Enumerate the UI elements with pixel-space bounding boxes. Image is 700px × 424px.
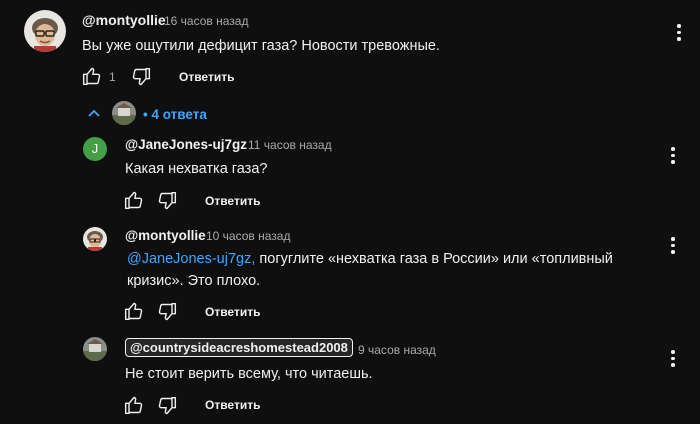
kebab-dot (671, 356, 675, 360)
kebab-dot (677, 30, 681, 34)
replies-count: 4 ответа (151, 107, 207, 122)
kebab-dot (671, 153, 675, 157)
kebab-dot (671, 243, 675, 247)
mention-link[interactable]: @JaneJones-uj7gz, (127, 251, 255, 267)
kebab-dot (671, 147, 675, 151)
avatar-letter: J (91, 141, 99, 156)
reply-text: Какая нехватка газа? (125, 161, 268, 177)
kebab-dot (671, 350, 675, 354)
thumbs-up-icon[interactable] (124, 190, 144, 210)
thumbs-down-icon[interactable] (157, 191, 177, 211)
avatar[interactable] (83, 227, 107, 251)
reply-author[interactable]: @JaneJones-uj7gz (125, 137, 247, 152)
comment-time[interactable]: 16 часов назад (164, 14, 248, 28)
reply-button[interactable]: Ответить (205, 305, 260, 319)
kebab-dot (677, 37, 681, 41)
kebab-dot (671, 250, 675, 254)
thumbs-down-icon[interactable] (131, 67, 151, 87)
thumbs-up-icon[interactable] (124, 395, 144, 415)
avatar[interactable] (24, 10, 66, 52)
thumbs-up-icon[interactable] (124, 301, 144, 321)
chevron-up-icon[interactable] (87, 107, 101, 119)
kebab-dot (671, 160, 675, 164)
kebab-dot (677, 24, 681, 28)
reply-time[interactable]: 10 часов назад (206, 229, 290, 243)
avatar[interactable] (83, 337, 107, 361)
reply-button[interactable]: Ответить (179, 70, 234, 84)
reply-text: @JaneJones-uj7gz, погуглите «нехватка га… (127, 248, 647, 292)
replies-toggle[interactable]: • 4 ответа (143, 107, 207, 122)
reply-author[interactable]: @montyollie (125, 228, 206, 243)
more-actions-button[interactable] (671, 237, 675, 257)
reply-button[interactable]: Ответить (205, 398, 260, 412)
comment-author[interactable]: @montyollie (82, 12, 166, 28)
kebab-dot (671, 237, 675, 241)
comment-text: Вы уже ощутили дефицит газа? Новости тре… (82, 38, 440, 54)
reply-text: Не стоит верить всему, что читаешь. (125, 366, 373, 382)
more-actions-button[interactable] (671, 350, 675, 370)
avatar[interactable]: J (83, 137, 107, 161)
reply-time[interactable]: 9 часов назад (358, 343, 436, 357)
replies-dot: • (143, 107, 148, 122)
avatar (112, 101, 136, 125)
thumbs-down-icon[interactable] (157, 302, 177, 322)
kebab-dot (671, 363, 675, 367)
reply-button[interactable]: Ответить (205, 194, 260, 208)
like-count: 1 (109, 70, 116, 84)
thumbs-up-icon[interactable] (82, 66, 102, 86)
thumbs-down-icon[interactable] (157, 396, 177, 416)
reply-time[interactable]: 11 часов назад (248, 138, 332, 152)
author-chip[interactable]: @countrysideacreshomestead2008 (125, 338, 353, 357)
more-actions-button[interactable] (677, 24, 681, 44)
more-actions-button[interactable] (671, 147, 675, 167)
